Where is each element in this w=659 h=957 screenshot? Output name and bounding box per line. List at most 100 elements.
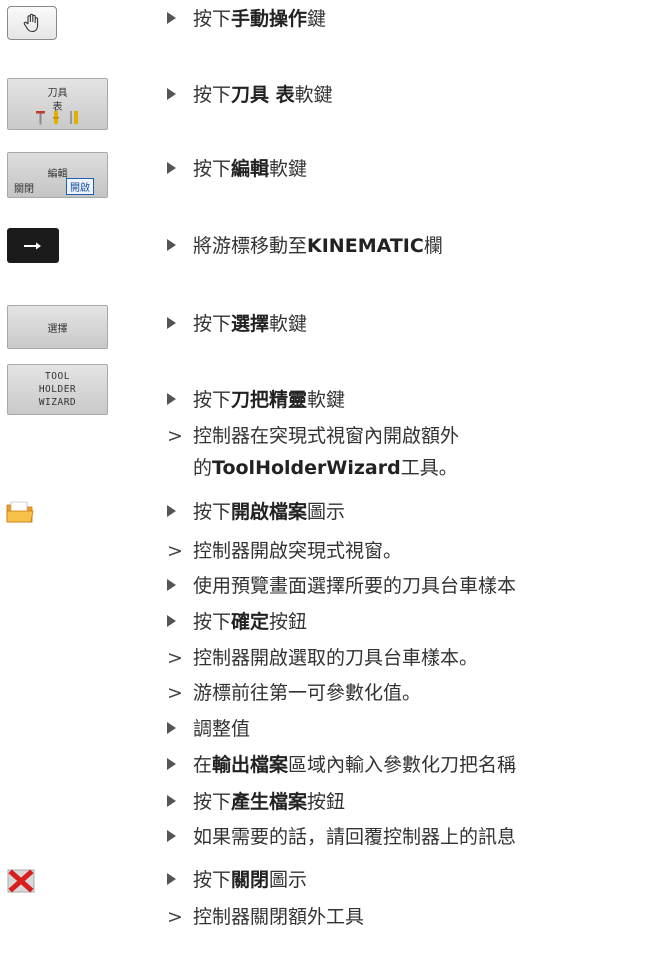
result-bullet-icon: > <box>165 537 193 565</box>
step-text-pre: 將游標移動至 <box>193 235 308 257</box>
close-icon <box>7 869 35 893</box>
softkey-label: 選擇 <box>47 323 68 335</box>
triangle-icon <box>167 615 176 627</box>
step-text-pre: 控制器在突現式視窗內開啟額外 <box>193 425 460 447</box>
action-bullet-icon <box>165 608 193 636</box>
step-text-pre: 按下 <box>193 158 232 180</box>
close-icon-button[interactable] <box>7 869 35 893</box>
softkey-label: WIZARD <box>38 397 77 408</box>
tool-table-softkey[interactable]: 刀具 表 <box>7 78 108 130</box>
step-text-post: 區域內輸入參數化刀把名稱 <box>288 754 517 776</box>
triangle-icon <box>167 393 176 405</box>
triangle-icon <box>167 239 176 251</box>
action-bullet-icon <box>165 715 193 743</box>
step-text-bold: 確定 <box>231 611 270 633</box>
triangle-icon <box>167 12 176 24</box>
step-text-pre: 控制器關閉額外工具 <box>193 906 365 928</box>
instruction-step: 按下刀具 表軟鍵 <box>165 81 333 109</box>
action-bullet-icon <box>165 823 193 851</box>
manual-operation-key[interactable] <box>7 6 57 40</box>
instruction-step: 按下確定按鈕 <box>165 608 307 636</box>
triangle-icon <box>167 579 176 591</box>
instruction-step: > 控制器開啟選取的刀具台車樣本。 <box>165 644 478 672</box>
tool-icons <box>36 111 78 125</box>
step-text-bold: 刀把精靈 <box>231 389 308 411</box>
triangle-icon <box>167 830 176 842</box>
step-text-post: 軟鍵 <box>269 313 308 335</box>
step-text-post: 工具。 <box>400 457 458 479</box>
step-text-bold: KINEMATIC <box>307 235 424 257</box>
triangle-icon <box>167 505 176 517</box>
folder-icon <box>6 501 34 523</box>
step-text-pre: 按下 <box>193 869 232 891</box>
tool-holder-wizard-softkey[interactable]: TOOL HOLDER WIZARD <box>7 364 108 415</box>
step-text-post: 按鈕 <box>269 611 308 633</box>
step-text-post: 軟鍵 <box>307 389 346 411</box>
chevron-right-icon: > <box>167 540 183 562</box>
step-text-post: 圖示 <box>307 501 346 523</box>
step-text-pre: 使用預覽畫面選擇所要的刀具台車樣本 <box>193 575 517 597</box>
step-text-post: 軟鍵 <box>269 158 308 180</box>
instruction-step: 按下刀把精靈軟鍵 <box>165 386 345 414</box>
action-bullet-icon <box>165 788 193 816</box>
edit-on-option: 開啟 <box>66 178 94 195</box>
arrow-right-key[interactable] <box>7 228 59 263</box>
step-text-post: 按鈕 <box>307 791 346 813</box>
step-text-bold: 開啟檔案 <box>231 501 308 523</box>
hand-icon <box>23 13 39 33</box>
softkey-label: 刀具 <box>47 88 68 99</box>
chevron-right-icon: > <box>167 682 183 704</box>
step-text-bold: 產生檔案 <box>231 791 308 813</box>
action-bullet-icon <box>165 498 193 526</box>
action-bullet-icon <box>165 751 193 779</box>
chevron-right-icon: > <box>167 425 183 447</box>
step-text-bold: 關閉 <box>231 869 270 891</box>
instruction-step: > 控制器開啟突現式視窗。 <box>165 537 402 565</box>
instruction-step: 使用預覽畫面選擇所要的刀具台車樣本 <box>165 572 516 600</box>
chevron-right-icon: > <box>167 647 183 669</box>
step-text-pre: 在 <box>193 754 213 776</box>
triangle-icon <box>167 722 176 734</box>
instruction-step: 在輸出檔案區域內輸入參數化刀把名稱 <box>165 751 516 779</box>
step-text-pre: 調整值 <box>193 718 251 740</box>
triangle-icon <box>167 88 176 100</box>
action-bullet-icon <box>165 386 193 414</box>
instruction-step: 的ToolHolderWizard工具。 <box>165 454 458 482</box>
step-text-pre: 按下 <box>193 84 232 106</box>
arrow-right-icon <box>24 242 41 249</box>
softkey-label: HOLDER <box>38 384 77 395</box>
action-bullet-icon <box>165 572 193 600</box>
instruction-step: 按下開啟檔案圖示 <box>165 498 345 526</box>
step-text-post: 軟鍵 <box>294 84 333 106</box>
result-bullet-icon: > <box>165 422 193 450</box>
edit-off-option: 關閉 <box>14 184 34 195</box>
step-text-pre: 按下 <box>193 313 232 335</box>
softkey-label: TOOL <box>45 371 70 382</box>
step-text-bold: 編輯 <box>231 158 270 180</box>
step-text-pre: 按下 <box>193 791 232 813</box>
instruction-step: 按下關閉圖示 <box>165 866 307 894</box>
edit-softkey[interactable]: 編輯 關閉 開啟 <box>7 152 108 198</box>
step-text-pre: 游標前往第一可參數化值。 <box>193 682 422 704</box>
result-bullet-icon: > <box>165 644 193 672</box>
step-text-pre: 控制器開啟選取的刀具台車樣本。 <box>193 647 479 669</box>
action-bullet-icon <box>165 232 193 260</box>
instruction-step: > 游標前往第一可參數化值。 <box>165 679 421 707</box>
triangle-icon <box>167 873 176 885</box>
action-bullet-icon <box>165 155 193 183</box>
step-text-bold: 手動操作 <box>231 8 308 30</box>
result-bullet-icon: > <box>165 679 193 707</box>
step-text-bold: ToolHolderWizard <box>212 457 401 479</box>
select-softkey[interactable]: 選擇 <box>7 305 108 349</box>
result-bullet-icon: > <box>165 903 193 931</box>
action-bullet-icon <box>165 310 193 338</box>
open-file-icon[interactable] <box>5 499 35 525</box>
action-bullet-icon <box>165 866 193 894</box>
step-text-pre: 按下 <box>193 611 232 633</box>
step-text-pre: 按下 <box>193 501 232 523</box>
instruction-step: 按下產生檔案按鈕 <box>165 788 345 816</box>
step-text-post: 欄 <box>423 235 443 257</box>
step-text-pre: 按下 <box>193 389 232 411</box>
step-text-pre: 按下 <box>193 8 232 30</box>
triangle-icon <box>167 758 176 770</box>
